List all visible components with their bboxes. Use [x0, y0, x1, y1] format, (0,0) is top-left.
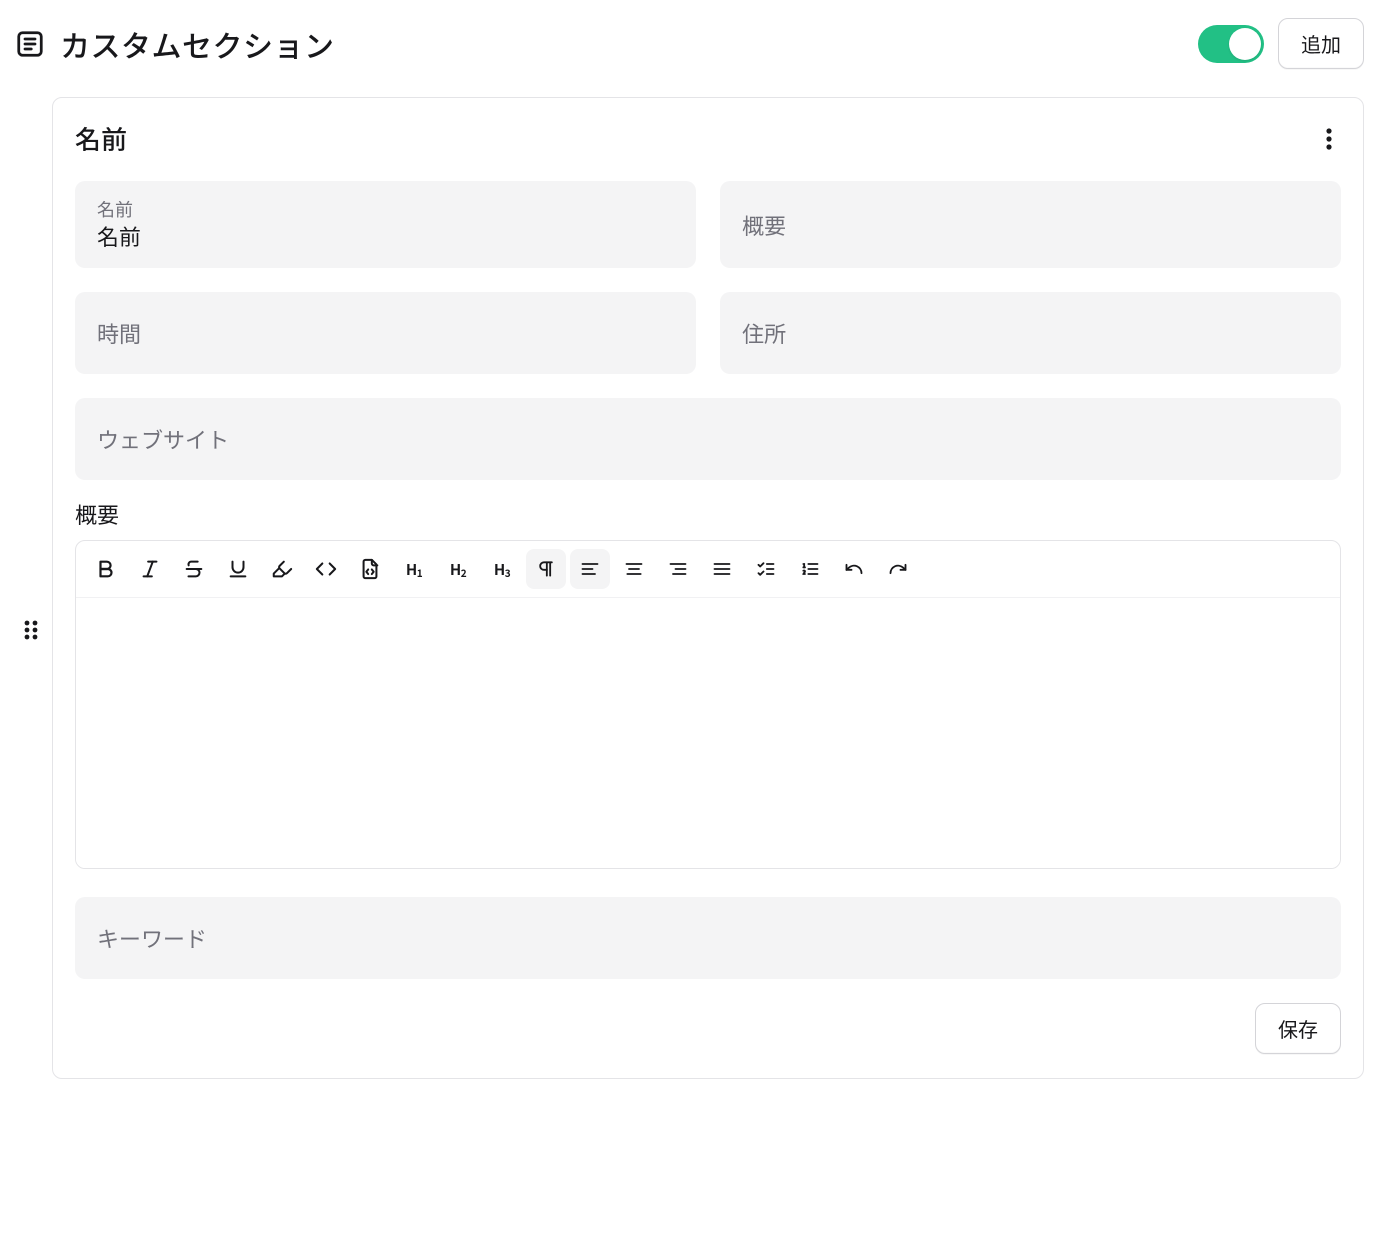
align-justify-button[interactable] — [702, 549, 742, 589]
website-field-placeholder: ウェブサイト — [97, 423, 1319, 455]
keywords-field-placeholder: キーワード — [97, 922, 1319, 954]
paragraph-button[interactable] — [526, 549, 566, 589]
address-field[interactable]: 住所 — [720, 292, 1341, 374]
h1-button[interactable]: H1 — [394, 549, 434, 589]
toggle-knob — [1229, 28, 1261, 60]
drag-handle-icon[interactable] — [18, 617, 44, 643]
highlight-button[interactable] — [262, 549, 302, 589]
code-block-button[interactable] — [350, 549, 390, 589]
code-button[interactable] — [306, 549, 346, 589]
rich-text-editor: H1 H2 H3 — [75, 540, 1341, 869]
summary-section-label: 概要 — [75, 498, 1341, 530]
h3-button[interactable]: H3 — [482, 549, 522, 589]
time-field[interactable]: 時間 — [75, 292, 696, 374]
save-button[interactable]: 保存 — [1255, 1003, 1341, 1054]
align-center-button[interactable] — [614, 549, 654, 589]
name-field-value: 名前 — [97, 223, 674, 251]
name-field[interactable]: 名前 名前 — [75, 181, 696, 268]
section-enable-toggle[interactable] — [1198, 25, 1264, 63]
section-title: カスタムセクション — [60, 22, 1184, 66]
card-title: 名前 — [75, 120, 127, 157]
underline-button[interactable] — [218, 549, 258, 589]
numbered-list-button[interactable] — [790, 549, 830, 589]
custom-section-card: 名前 名前 名前 概要 時間 住所 — [52, 97, 1364, 1079]
keywords-field[interactable]: キーワード — [75, 897, 1341, 979]
section-header: カスタムセクション 追加 — [12, 18, 1364, 69]
strikethrough-button[interactable] — [174, 549, 214, 589]
card-menu-button[interactable] — [1317, 127, 1341, 151]
name-field-label: 名前 — [97, 199, 674, 221]
add-button[interactable]: 追加 — [1278, 18, 1364, 69]
h2-button[interactable]: H2 — [438, 549, 478, 589]
align-left-button[interactable] — [570, 549, 610, 589]
bullet-list-button[interactable] — [746, 549, 786, 589]
align-right-button[interactable] — [658, 549, 698, 589]
editor-toolbar: H1 H2 H3 — [76, 541, 1340, 598]
custom-section-icon — [14, 28, 46, 60]
time-field-placeholder: 時間 — [97, 317, 674, 349]
undo-button[interactable] — [834, 549, 874, 589]
website-field[interactable]: ウェブサイト — [75, 398, 1341, 480]
overview-field-placeholder: 概要 — [742, 209, 1319, 241]
bold-button[interactable] — [86, 549, 126, 589]
overview-field[interactable]: 概要 — [720, 181, 1341, 268]
editor-textarea[interactable] — [76, 598, 1340, 868]
redo-button[interactable] — [878, 549, 918, 589]
italic-button[interactable] — [130, 549, 170, 589]
address-field-placeholder: 住所 — [742, 317, 1319, 349]
